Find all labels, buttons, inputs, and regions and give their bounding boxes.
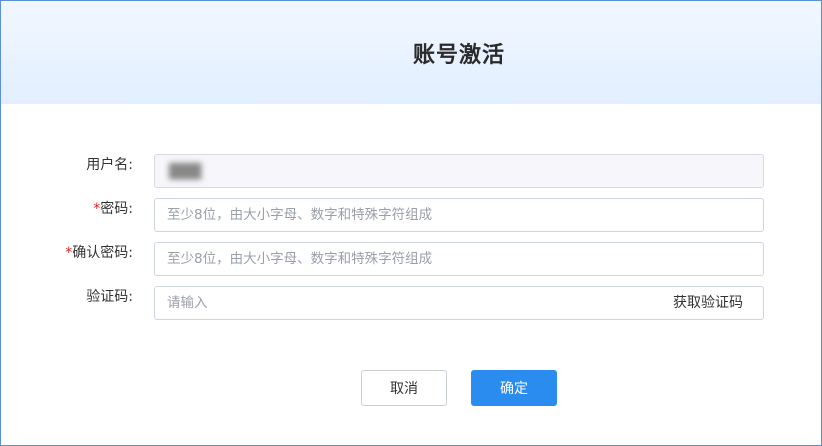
dialog-title: 账号激活 xyxy=(412,42,505,68)
username-field[interactable]: ███ xyxy=(154,154,764,188)
password-label: *密码: xyxy=(93,201,133,217)
confirm-button[interactable]: 确定 xyxy=(471,370,557,406)
username-label: 用户名: xyxy=(86,157,133,173)
password-row: *密码: xyxy=(1,198,821,232)
confirm-password-field[interactable] xyxy=(154,242,764,276)
verify-code-row: 验证码: 获取验证码 xyxy=(1,286,821,320)
confirm-password-label: *确认密码: xyxy=(65,245,133,261)
cancel-button[interactable]: 取消 xyxy=(361,370,447,406)
verify-code-label: 验证码: xyxy=(86,289,133,305)
verify-code-field[interactable]: 获取验证码 xyxy=(154,286,764,320)
account-activation-dialog: 账号激活 用户名: ███ *密码: *确认密码: 验证码: 请输入 获取验证码… xyxy=(0,0,822,446)
password-field[interactable] xyxy=(154,198,764,232)
dialog-header: 账号激活 xyxy=(1,1,821,104)
verify-code-input[interactable] xyxy=(155,287,635,319)
confirm-password-row: *确认密码: xyxy=(1,242,821,276)
confirm-password-input[interactable] xyxy=(155,243,763,275)
username-value: ███ xyxy=(169,164,202,180)
get-verify-code-button[interactable]: 获取验证码 xyxy=(673,287,743,319)
username-row: 用户名: ███ xyxy=(1,154,821,188)
password-input[interactable] xyxy=(155,199,763,231)
